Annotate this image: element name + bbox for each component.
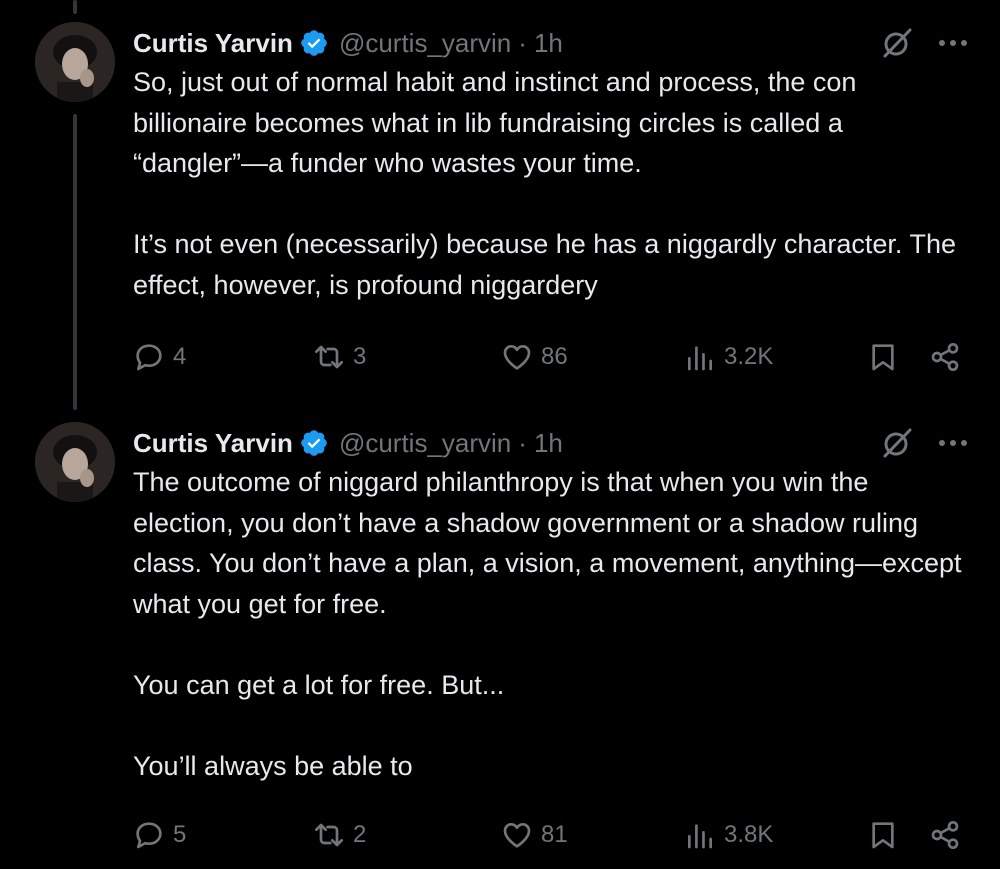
author-name[interactable]: Curtis Yarvin xyxy=(133,428,293,459)
reply-count: 5 xyxy=(173,821,187,848)
repost-icon xyxy=(315,823,343,847)
views-icon xyxy=(688,346,712,371)
bookmark-icon xyxy=(872,822,894,849)
tweet-text: So, just out of normal habit and instinc… xyxy=(133,62,970,305)
bookmark-button[interactable] xyxy=(867,815,899,855)
like-button[interactable]: 81 xyxy=(501,815,568,855)
tweet-paragraph: You can get a lot for free. But... xyxy=(133,669,505,700)
reply-icon xyxy=(136,822,162,849)
verified-badge-icon[interactable] xyxy=(299,428,329,458)
grok-icon[interactable] xyxy=(880,426,914,460)
views-button[interactable]: 3.2K xyxy=(684,337,773,377)
author-name[interactable]: Curtis Yarvin xyxy=(133,28,293,59)
reply-count: 4 xyxy=(173,343,187,370)
tweet-paragraph: You’ll always be able to xyxy=(133,750,413,781)
views-count: 3.2K xyxy=(724,343,774,370)
share-button[interactable] xyxy=(929,815,961,855)
repost-count: 2 xyxy=(353,821,367,848)
tweet-actions: 5 2 81 3.8K xyxy=(133,815,970,855)
separator-dot: · xyxy=(518,427,527,458)
repost-button[interactable]: 3 xyxy=(313,337,366,377)
heart-icon xyxy=(503,823,531,848)
tweet[interactable]: Curtis Yarvin @curtis_yarvin · 1h The ou… xyxy=(0,410,1000,869)
views-button[interactable]: 3.8K xyxy=(684,815,773,855)
repost-count: 3 xyxy=(353,343,367,370)
share-icon xyxy=(931,343,959,371)
reply-button[interactable]: 5 xyxy=(133,815,186,855)
like-button[interactable]: 86 xyxy=(501,337,568,377)
bookmark-button[interactable] xyxy=(867,337,899,377)
like-count: 86 xyxy=(541,343,568,370)
reply-icon xyxy=(136,344,162,371)
timestamp[interactable]: 1h xyxy=(534,28,563,59)
author-handle[interactable]: @curtis_yarvin xyxy=(339,28,511,59)
views-count: 3.8K xyxy=(724,821,774,848)
tweet-paragraph: It’s not even (necessarily) because he h… xyxy=(133,229,956,300)
more-icon[interactable] xyxy=(936,26,970,60)
bookmark-icon xyxy=(872,344,894,371)
grok-icon[interactable] xyxy=(880,26,914,60)
timestamp[interactable]: 1h xyxy=(534,428,563,459)
views-icon xyxy=(688,824,712,849)
tweet-paragraph: So, just out of normal habit and instinc… xyxy=(133,67,857,178)
share-button[interactable] xyxy=(929,337,961,377)
repost-icon xyxy=(315,345,343,369)
tweet-header: Curtis Yarvin @curtis_yarvin · 1h xyxy=(133,425,970,461)
repost-button[interactable]: 2 xyxy=(313,815,366,855)
more-icon[interactable] xyxy=(936,426,970,460)
avatar[interactable] xyxy=(35,22,115,102)
tweet-actions: 4 3 86 3.2K xyxy=(133,337,970,377)
tweet-header: Curtis Yarvin @curtis_yarvin · 1h xyxy=(133,25,970,61)
like-count: 81 xyxy=(541,821,568,848)
verified-badge-icon[interactable] xyxy=(299,28,329,58)
avatar[interactable] xyxy=(35,422,115,502)
reply-button[interactable]: 4 xyxy=(133,337,186,377)
separator-dot: · xyxy=(518,27,527,58)
tweet[interactable]: Curtis Yarvin @curtis_yarvin · 1h So, ju… xyxy=(0,0,1000,410)
tweet-paragraph: The outcome of niggard philanthropy is t… xyxy=(133,467,962,619)
tweet-text: The outcome of niggard philanthropy is t… xyxy=(133,462,970,786)
author-handle[interactable]: @curtis_yarvin xyxy=(339,428,511,459)
heart-icon xyxy=(503,345,531,370)
share-icon xyxy=(931,821,959,849)
